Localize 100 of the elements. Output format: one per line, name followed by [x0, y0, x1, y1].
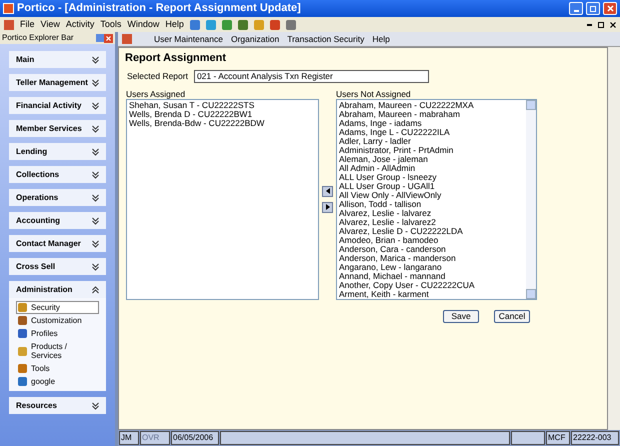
- explorer-group-header[interactable]: Resources: [9, 397, 106, 414]
- list-item[interactable]: Aleman, Jose - jaleman: [339, 154, 524, 164]
- menu-item[interactable]: File: [20, 18, 35, 32]
- list-item[interactable]: Adler, Larry - ladler: [339, 136, 524, 146]
- list-item[interactable]: Wells, Brenda-Bdw - CU22222BDW: [129, 118, 316, 128]
- chevron-down-icon: [92, 56, 99, 64]
- scrollbar[interactable]: [526, 100, 536, 298]
- menu-item[interactable]: Help: [372, 32, 390, 46]
- explorer-item[interactable]: Tools: [16, 362, 99, 375]
- menu-item[interactable]: Organization: [230, 32, 280, 46]
- explorer-item[interactable]: Profiles: [16, 327, 99, 340]
- toolbar-icon[interactable]: [222, 20, 232, 30]
- chevron-up-icon: [92, 286, 99, 294]
- list-item[interactable]: All View Only - AllViewOnly: [339, 190, 524, 200]
- explorer-group-header[interactable]: Contact Manager: [9, 235, 106, 252]
- list-item[interactable]: Arment, Keith - karment: [339, 290, 524, 298]
- minimize-button[interactable]: [569, 2, 583, 15]
- list-item[interactable]: ALL User Group - lsneezy: [339, 172, 524, 182]
- menu-item[interactable]: Transaction Security: [287, 32, 364, 46]
- menu-item[interactable]: Activity: [66, 18, 94, 32]
- list-item[interactable]: Amodeo, Brian - bamodeo: [339, 236, 524, 244]
- menu-item[interactable]: View: [40, 18, 60, 32]
- explorer-group-header[interactable]: Collections: [9, 166, 106, 183]
- explorer-item[interactable]: Customization: [16, 314, 99, 327]
- app-logo-icon: [4, 20, 14, 30]
- list-item[interactable]: Alvarez, Leslie D - CU22222LDA: [339, 226, 524, 236]
- save-button[interactable]: Save: [443, 310, 479, 322]
- explorer-group-header[interactable]: Accounting: [9, 212, 106, 229]
- app-logo-icon: [3, 3, 14, 14]
- menu-item[interactable]: Tools: [100, 18, 122, 32]
- chevron-down-icon: [92, 124, 99, 132]
- list-item[interactable]: Angarano, Lew - langarano: [339, 262, 524, 272]
- explorer-item[interactable]: Products / Services: [16, 340, 99, 362]
- menu-item[interactable]: Window: [127, 18, 160, 32]
- list-item[interactable]: Allison, Todd - tallison: [339, 200, 524, 208]
- explorer-group-header[interactable]: Financial Activity: [9, 97, 106, 114]
- explorer-group-header[interactable]: Main: [9, 51, 106, 68]
- toolbar-icon[interactable]: [286, 20, 296, 30]
- toolbar-icon[interactable]: [190, 20, 200, 30]
- chevron-down-icon: [92, 78, 99, 86]
- cancel-button[interactable]: Cancel: [494, 310, 530, 322]
- status-field: MCF: [546, 431, 570, 445]
- explorer-group-header[interactable]: Member Services: [9, 120, 106, 137]
- restore-icon[interactable]: [598, 22, 604, 28]
- minimize-icon[interactable]: [587, 24, 592, 26]
- list-item[interactable]: Administrator, Print - PrtAdmin: [339, 146, 524, 154]
- field-label: Selected Report: [127, 70, 188, 82]
- list-item[interactable]: Adams, Inge L - CU22222ILA: [339, 128, 524, 136]
- list-label: Users Not Assigned: [336, 88, 412, 98]
- explorer-item[interactable]: google: [16, 375, 99, 388]
- list-item[interactable]: Adams, Inge - iadams: [339, 118, 524, 128]
- chevron-down-icon: [92, 170, 99, 178]
- scroll-down-icon[interactable]: [526, 288, 536, 298]
- list-item[interactable]: Anderson, Cara - canderson: [339, 244, 524, 254]
- explorer-group-header[interactable]: Lending: [9, 143, 106, 160]
- list-item[interactable]: All Admin - AllAdmin: [339, 164, 524, 172]
- status-field: 06/05/2006: [171, 431, 219, 445]
- chevron-down-icon: [92, 216, 99, 224]
- explorer-group-header[interactable]: Administration: [9, 281, 106, 298]
- list-item[interactable]: Abraham, Maureen - CU22222MXA: [339, 100, 524, 110]
- right-arrow-icon: [326, 204, 330, 210]
- window-title: Portico - [Administration - Report Assignment Update]: [17, 1, 302, 16]
- left-arrow-icon: [326, 188, 330, 194]
- list-item[interactable]: Anderson, Marica - manderson: [339, 254, 524, 262]
- close-icon[interactable]: [610, 22, 616, 28]
- chevron-down-icon: [92, 240, 99, 248]
- explorer-group-header[interactable]: Operations: [9, 189, 106, 206]
- remove-arrow-button[interactable]: [322, 186, 333, 196]
- menu-item[interactable]: Help: [165, 18, 184, 32]
- menu-item[interactable]: User Maintenance: [154, 32, 223, 46]
- add-arrow-button[interactable]: [322, 202, 333, 212]
- status-field: OVR: [140, 431, 170, 445]
- close-icon: [606, 5, 614, 12]
- chevron-down-icon: [92, 402, 99, 410]
- toolbar-icon[interactable]: [206, 20, 216, 30]
- chevron-down-icon: [92, 262, 99, 270]
- explorer-bar-title: Portico Explorer Bar: [2, 34, 75, 42]
- chevron-down-icon: [92, 194, 99, 202]
- chevron-down-icon: [92, 148, 99, 156]
- form-heading: Report Assignment: [125, 51, 228, 66]
- restore-button[interactable]: [586, 2, 600, 15]
- chevron-down-icon: [92, 102, 99, 110]
- list-item[interactable]: ALL User Group - UGAll1: [339, 182, 524, 190]
- list-item[interactable]: Abraham, Maureen - mabraham: [339, 110, 524, 118]
- selected-report-field[interactable]: 021 - Account Analysis Txn Register: [194, 70, 429, 82]
- list-item[interactable]: Shehan, Susan T - CU22222STS: [129, 100, 316, 110]
- toolbar-icon[interactable]: [238, 20, 248, 30]
- list-label: Users Assigned: [126, 88, 186, 98]
- list-item[interactable]: Annand, Michael - mannand: [339, 272, 524, 280]
- close-button[interactable]: [603, 2, 617, 15]
- app-logo-icon: [122, 34, 132, 44]
- status-field: 22222-003: [571, 431, 619, 445]
- explorer-group-header[interactable]: Teller Management: [9, 74, 106, 91]
- list-item[interactable]: Alvarez, Leslie - lalvarez2: [339, 218, 524, 226]
- list-item[interactable]: Alvarez, Leslie - lalvarez: [339, 208, 524, 218]
- list-item[interactable]: Wells, Brenda D - CU22222BW1: [129, 110, 316, 118]
- list-item[interactable]: Another, Copy User - CU22222CUA: [339, 280, 524, 290]
- explorer-item[interactable]: Security: [16, 301, 99, 314]
- explorer-group-header[interactable]: Cross Sell: [9, 258, 106, 275]
- toolbar-icon[interactable]: [270, 20, 280, 30]
